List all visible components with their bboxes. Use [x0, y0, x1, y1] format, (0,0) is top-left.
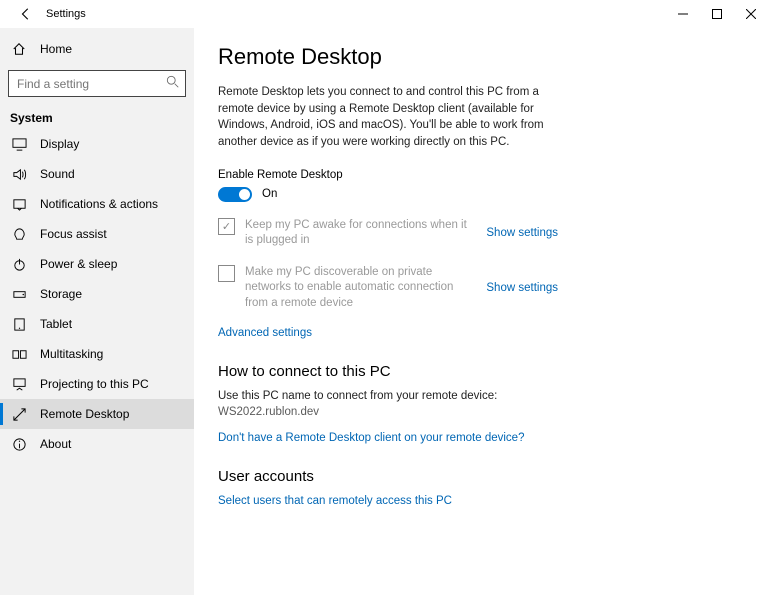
- back-button[interactable]: [14, 2, 38, 26]
- nav-storage[interactable]: Storage: [0, 279, 194, 309]
- sidebar: Home System Display Sound Notifications …: [0, 28, 194, 595]
- nav-tablet[interactable]: Tablet: [0, 309, 194, 339]
- display-icon: [10, 137, 28, 152]
- nav-display[interactable]: Display: [0, 129, 194, 159]
- focus-assist-icon: [10, 227, 28, 242]
- nav-remote-desktop[interactable]: Remote Desktop: [0, 399, 194, 429]
- howto-text: Use this PC name to connect from your re…: [218, 390, 748, 402]
- minimize-icon: [678, 9, 688, 19]
- home-label: Home: [40, 42, 72, 56]
- page-description: Remote Desktop lets you connect to and c…: [218, 84, 548, 151]
- maximize-button[interactable]: [700, 0, 734, 28]
- home-icon: [10, 42, 28, 56]
- discoverable-label: Make my PC discoverable on private netwo…: [245, 265, 472, 312]
- keep-awake-label: Keep my PC awake for connections when it…: [245, 218, 472, 249]
- search-input[interactable]: [8, 70, 186, 97]
- nav-label: About: [40, 437, 71, 451]
- nav-label: Focus assist: [40, 227, 107, 241]
- power-icon: [10, 257, 28, 272]
- multitasking-icon: [10, 347, 28, 362]
- client-help-link[interactable]: Don't have a Remote Desktop client on yo…: [218, 432, 748, 444]
- nav-focus-assist[interactable]: Focus assist: [0, 219, 194, 249]
- search-wrapper: [8, 70, 186, 97]
- user-accounts-title: User accounts: [218, 468, 748, 485]
- nav-about[interactable]: About: [0, 429, 194, 459]
- home-link[interactable]: Home: [0, 34, 194, 64]
- notifications-icon: [10, 197, 28, 212]
- titlebar: Settings: [0, 0, 768, 28]
- nav-label: Notifications & actions: [40, 197, 158, 211]
- nav-sound[interactable]: Sound: [0, 159, 194, 189]
- minimize-button[interactable]: [666, 0, 700, 28]
- nav-label: Storage: [40, 287, 82, 301]
- howto-title: How to connect to this PC: [218, 363, 748, 380]
- page-title: Remote Desktop: [218, 44, 748, 70]
- storage-icon: [10, 287, 28, 302]
- search-icon: [166, 75, 180, 92]
- discoverable-show-settings[interactable]: Show settings: [486, 282, 558, 294]
- nav-label: Projecting to this PC: [40, 377, 149, 391]
- main-content: Remote Desktop Remote Desktop lets you c…: [194, 28, 768, 595]
- discoverable-checkbox[interactable]: [218, 265, 235, 282]
- nav-label: Power & sleep: [40, 257, 117, 271]
- nav-notifications[interactable]: Notifications & actions: [0, 189, 194, 219]
- nav-power-sleep[interactable]: Power & sleep: [0, 249, 194, 279]
- keep-awake-show-settings[interactable]: Show settings: [486, 227, 558, 239]
- back-arrow-icon: [19, 7, 33, 21]
- toggle-state-label: On: [262, 188, 277, 200]
- advanced-settings-link[interactable]: Advanced settings: [218, 327, 748, 339]
- window-title: Settings: [46, 8, 86, 20]
- remote-desktop-icon: [10, 407, 28, 422]
- about-icon: [10, 437, 28, 452]
- nav-label: Multitasking: [40, 347, 103, 361]
- nav-label: Tablet: [40, 317, 72, 331]
- tablet-icon: [10, 317, 28, 332]
- nav-label: Remote Desktop: [40, 407, 129, 421]
- enable-remote-desktop-toggle[interactable]: [218, 187, 252, 202]
- keep-awake-checkbox[interactable]: [218, 218, 235, 235]
- projecting-icon: [10, 377, 28, 392]
- nav-multitasking[interactable]: Multitasking: [0, 339, 194, 369]
- nav-label: Sound: [40, 167, 75, 181]
- close-icon: [746, 9, 756, 19]
- select-users-link[interactable]: Select users that can remotely access th…: [218, 495, 748, 507]
- enable-label: Enable Remote Desktop: [218, 169, 748, 181]
- nav-label: Display: [40, 137, 79, 151]
- maximize-icon: [712, 9, 722, 19]
- close-button[interactable]: [734, 0, 768, 28]
- pc-name: WS2022.rublon.dev: [218, 406, 748, 418]
- sound-icon: [10, 167, 28, 182]
- section-title: System: [10, 111, 194, 125]
- nav-projecting[interactable]: Projecting to this PC: [0, 369, 194, 399]
